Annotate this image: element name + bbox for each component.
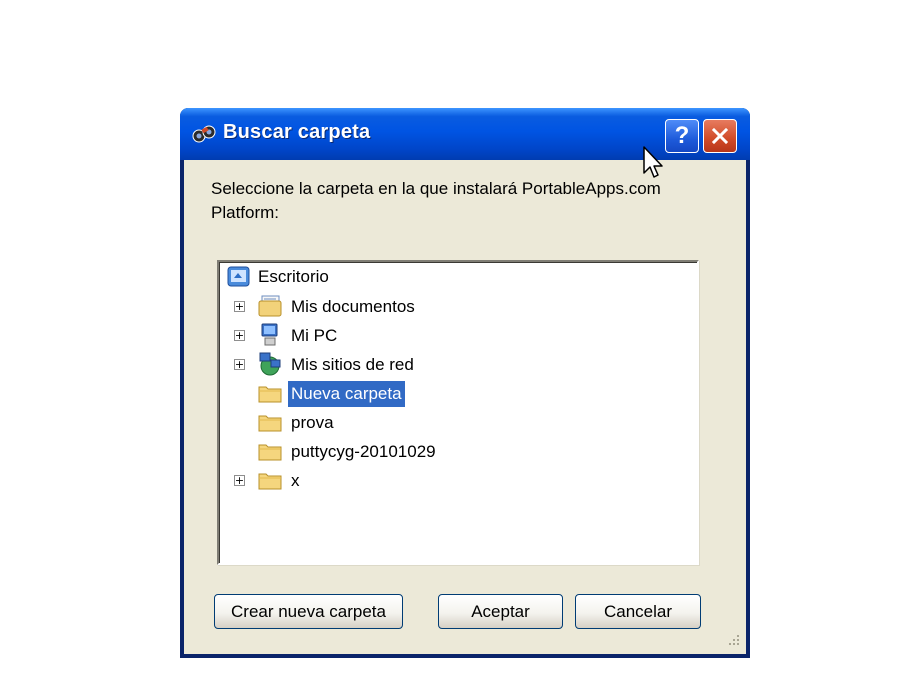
expand-toggle[interactable]: + xyxy=(234,330,245,341)
desktop-icon xyxy=(227,266,250,287)
tree-item-prova[interactable]: prova xyxy=(219,409,419,437)
ok-button[interactable]: Aceptar xyxy=(438,594,563,629)
folder-tree[interactable]: Escritorio + Mis documentos + Mi PC + Mi… xyxy=(217,260,699,565)
tree-root-label: Escritorio xyxy=(258,267,329,286)
dialog-body: Seleccione la carpeta en la que instalar… xyxy=(184,160,746,654)
tree-item-mis-documentos[interactable]: + Mis documentos xyxy=(219,293,479,321)
documents-icon xyxy=(258,295,282,317)
help-icon: ? xyxy=(674,122,690,149)
help-button[interactable]: ? xyxy=(665,119,699,153)
tree-root-desktop[interactable]: Escritorio xyxy=(225,264,425,292)
dialog-title: Buscar carpeta xyxy=(223,121,371,143)
cancel-button[interactable]: Cancelar xyxy=(575,594,701,629)
tree-item-label: prova xyxy=(291,413,334,432)
tree-item-label-selected: Nueva carpeta xyxy=(288,381,405,407)
tree-item-label: x xyxy=(291,471,300,490)
tree-item-label: Mis sitios de red xyxy=(291,355,414,374)
browse-folder-dialog: Buscar carpeta ? Seleccione la carpeta e… xyxy=(180,108,750,658)
folder-icon xyxy=(258,386,282,403)
expand-toggle[interactable]: + xyxy=(234,301,245,312)
tree-item-label: Mis documentos xyxy=(291,297,415,316)
mouse-cursor-icon xyxy=(643,146,663,178)
computer-icon xyxy=(261,323,278,346)
close-button[interactable] xyxy=(703,119,737,153)
tree-item-mi-pc[interactable]: + Mi PC xyxy=(219,322,419,350)
resize-grip-icon[interactable] xyxy=(722,630,742,650)
tree-item-x[interactable]: + x xyxy=(219,467,419,495)
network-icon xyxy=(259,352,281,376)
expand-toggle[interactable]: + xyxy=(234,359,245,370)
new-folder-button[interactable]: Crear nueva carpeta xyxy=(214,594,403,629)
binoculars-icon xyxy=(192,125,216,143)
folder-icon xyxy=(258,473,282,490)
close-icon xyxy=(711,127,729,145)
tree-item-puttycyg[interactable]: puttycyg-20101029 xyxy=(219,438,499,466)
tree-item-mis-sitios-de-red[interactable]: + Mis sitios de red xyxy=(219,351,479,379)
folder-icon xyxy=(258,415,282,432)
tree-item-nueva-carpeta[interactable]: Nueva carpeta xyxy=(219,380,479,408)
folder-icon xyxy=(258,444,282,461)
tree-item-label: puttycyg-20101029 xyxy=(291,442,436,461)
tree-item-label: Mi PC xyxy=(291,326,338,345)
instruction-text: Seleccione la carpeta en la que instalar… xyxy=(211,179,661,222)
expand-toggle[interactable]: + xyxy=(234,475,245,486)
